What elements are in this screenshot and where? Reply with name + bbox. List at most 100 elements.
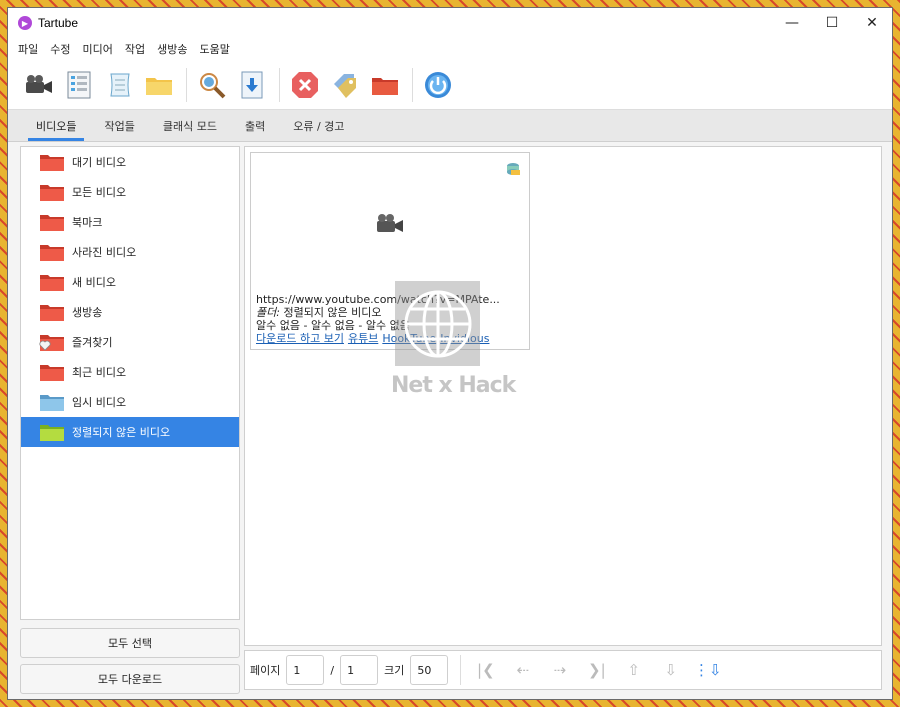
folder-item[interactable]: 임시 비디오 xyxy=(21,387,239,417)
red-folder-icon xyxy=(40,155,64,171)
red-folder-icon xyxy=(40,215,64,231)
youtube-link[interactable]: 유튜브 xyxy=(348,332,378,345)
folder-item[interactable]: 북마크 xyxy=(21,207,239,237)
page-label: 페이지 xyxy=(250,664,281,677)
video-camera-icon xyxy=(26,74,52,93)
arrow-down-icon: ⇩ xyxy=(664,661,678,679)
magnifier-icon xyxy=(200,72,226,98)
video-catalogue: https://www.youtube.com/watch?v=MPAte...… xyxy=(244,146,882,646)
select-all-button[interactable]: 모두 선택 xyxy=(20,628,240,658)
menu-operations[interactable]: 작업 xyxy=(119,41,151,57)
tab-videos[interactable]: 비디오들 xyxy=(22,111,90,141)
folder-item[interactable]: 대기 비디오 xyxy=(21,147,239,177)
page-total-field: 1 xyxy=(340,655,379,685)
classic-mode-button[interactable] xyxy=(326,66,364,104)
check-all-button[interactable] xyxy=(193,66,231,104)
window-controls: — ☐ ✕ xyxy=(772,8,892,38)
app-window: ▶ Tartube — ☐ ✕ 파일 수정 미디어 작업 생방송 도움말 비디오… xyxy=(7,7,893,700)
maximize-button[interactable]: ☐ xyxy=(812,8,852,38)
red-folder-icon xyxy=(372,77,398,95)
stop-button[interactable] xyxy=(286,66,324,104)
tab-classic-mode[interactable]: 클래식 모드 xyxy=(149,111,231,141)
menu-media[interactable]: 미디어 xyxy=(77,41,119,57)
menu-help[interactable]: 도움말 xyxy=(194,41,236,57)
watermark-text: Net x Hack xyxy=(391,373,516,398)
page-input[interactable]: 1 xyxy=(286,655,325,685)
add-folder-button[interactable] xyxy=(140,66,178,104)
add-channel-button[interactable] xyxy=(60,66,98,104)
tab-output[interactable]: 출력 xyxy=(231,111,279,141)
red-folder-icon xyxy=(40,365,64,381)
folder-field-value: 정렬되지 않은 비디오 xyxy=(283,306,382,319)
scroll-up-button[interactable]: ⇧ xyxy=(615,655,652,685)
main-content: 대기 비디오 모든 비디오 북마크 사라진 비디오 새 비디오 생방송 즐겨찾기… xyxy=(8,142,892,699)
window-title: Tartube xyxy=(38,16,79,30)
menu-file[interactable]: 파일 xyxy=(12,41,44,57)
menu-livestreams[interactable]: 생방송 xyxy=(151,41,193,57)
database-icon xyxy=(505,161,521,180)
video-card[interactable]: https://www.youtube.com/watch?v=MPAte...… xyxy=(250,152,530,350)
page-size-input[interactable]: 50 xyxy=(410,655,449,685)
red-folder-icon xyxy=(40,245,64,261)
previous-page-icon: ⇠ xyxy=(516,661,530,679)
show-all-button[interactable]: ⋮⇩ xyxy=(689,655,726,685)
folder-icon xyxy=(146,77,172,95)
next-page-button[interactable]: ⇢ xyxy=(541,655,578,685)
toolbar xyxy=(8,60,892,110)
folder-item[interactable]: 새 비디오 xyxy=(21,267,239,297)
toolbar-separator xyxy=(279,67,280,102)
app-logo-icon: ▶ xyxy=(18,16,32,30)
folder-label: 대기 비디오 xyxy=(72,156,127,169)
red-folder-icon xyxy=(40,275,64,291)
folder-item[interactable]: 모든 비디오 xyxy=(21,177,239,207)
last-page-button[interactable]: ❯| xyxy=(578,655,615,685)
tab-progress[interactable]: 작업들 xyxy=(90,111,148,141)
arrow-up-icon: ⇧ xyxy=(627,661,641,679)
folder-item-selected[interactable]: 정렬되지 않은 비디오 xyxy=(21,417,239,447)
folder-label: 정렬되지 않은 비디오 xyxy=(72,426,171,439)
red-folder-icon xyxy=(40,185,64,201)
open-folder-button[interactable] xyxy=(366,66,404,104)
add-playlist-button[interactable] xyxy=(100,66,138,104)
stop-icon xyxy=(292,71,318,98)
tab-errors[interactable]: 오류 / 경고 xyxy=(279,111,358,141)
download-and-watch-link[interactable]: 다운로드 하고 보기 xyxy=(256,332,344,345)
red-folder-icon xyxy=(40,305,64,321)
favourite-folder-icon xyxy=(39,335,64,351)
previous-page-button[interactable]: ⇠ xyxy=(504,655,541,685)
folder-label: 임시 비디오 xyxy=(72,396,127,409)
size-label: 크기 xyxy=(384,664,405,677)
folder-field-label: 폴더: xyxy=(256,306,280,319)
download-all-side-button[interactable]: 모두 다운로드 xyxy=(20,664,240,694)
tab-bar: 비디오들 작업들 클래식 모드 출력 오류 / 경고 xyxy=(8,110,892,142)
folder-list: 대기 비디오 모든 비디오 북마크 사라진 비디오 새 비디오 생방송 즐겨찾기… xyxy=(20,146,240,620)
green-folder-icon xyxy=(40,425,64,441)
watermark-globe-icon xyxy=(395,281,480,366)
folder-label: 생방송 xyxy=(72,306,103,319)
first-page-icon: |❮ xyxy=(477,661,495,679)
pager-bar: 페이지 1 / 1 크기 50 |❮ ⇠ ⇢ ❯| ⇧ ⇩ ⋮⇩ xyxy=(244,650,882,690)
folder-label: 모든 비디오 xyxy=(72,186,127,199)
folder-item[interactable]: 사라진 비디오 xyxy=(21,237,239,267)
add-video-button[interactable] xyxy=(20,66,58,104)
toolbar-separator xyxy=(186,67,187,102)
close-button[interactable]: ✕ xyxy=(852,8,892,38)
tags-icon xyxy=(334,73,356,98)
expand-down-icon: ⋮⇩ xyxy=(694,661,722,679)
folder-item[interactable]: 최근 비디오 xyxy=(21,357,239,387)
folder-label: 최근 비디오 xyxy=(72,366,127,379)
folder-item[interactable]: 즐겨찾기 xyxy=(21,327,239,357)
first-page-button[interactable]: |❮ xyxy=(467,655,504,685)
next-page-icon: ⇢ xyxy=(553,661,567,679)
scroll-down-button[interactable]: ⇩ xyxy=(652,655,689,685)
download-icon xyxy=(241,71,263,98)
quit-button[interactable] xyxy=(419,66,457,104)
blue-folder-icon xyxy=(40,395,64,411)
title-bar: ▶ Tartube — ☐ ✕ xyxy=(8,8,892,38)
menu-edit[interactable]: 수정 xyxy=(44,41,76,57)
folder-item[interactable]: 생방송 xyxy=(21,297,239,327)
page-separator: / xyxy=(330,663,335,677)
toolbar-separator xyxy=(412,67,413,102)
minimize-button[interactable]: — xyxy=(772,8,812,38)
download-all-button[interactable] xyxy=(233,66,271,104)
